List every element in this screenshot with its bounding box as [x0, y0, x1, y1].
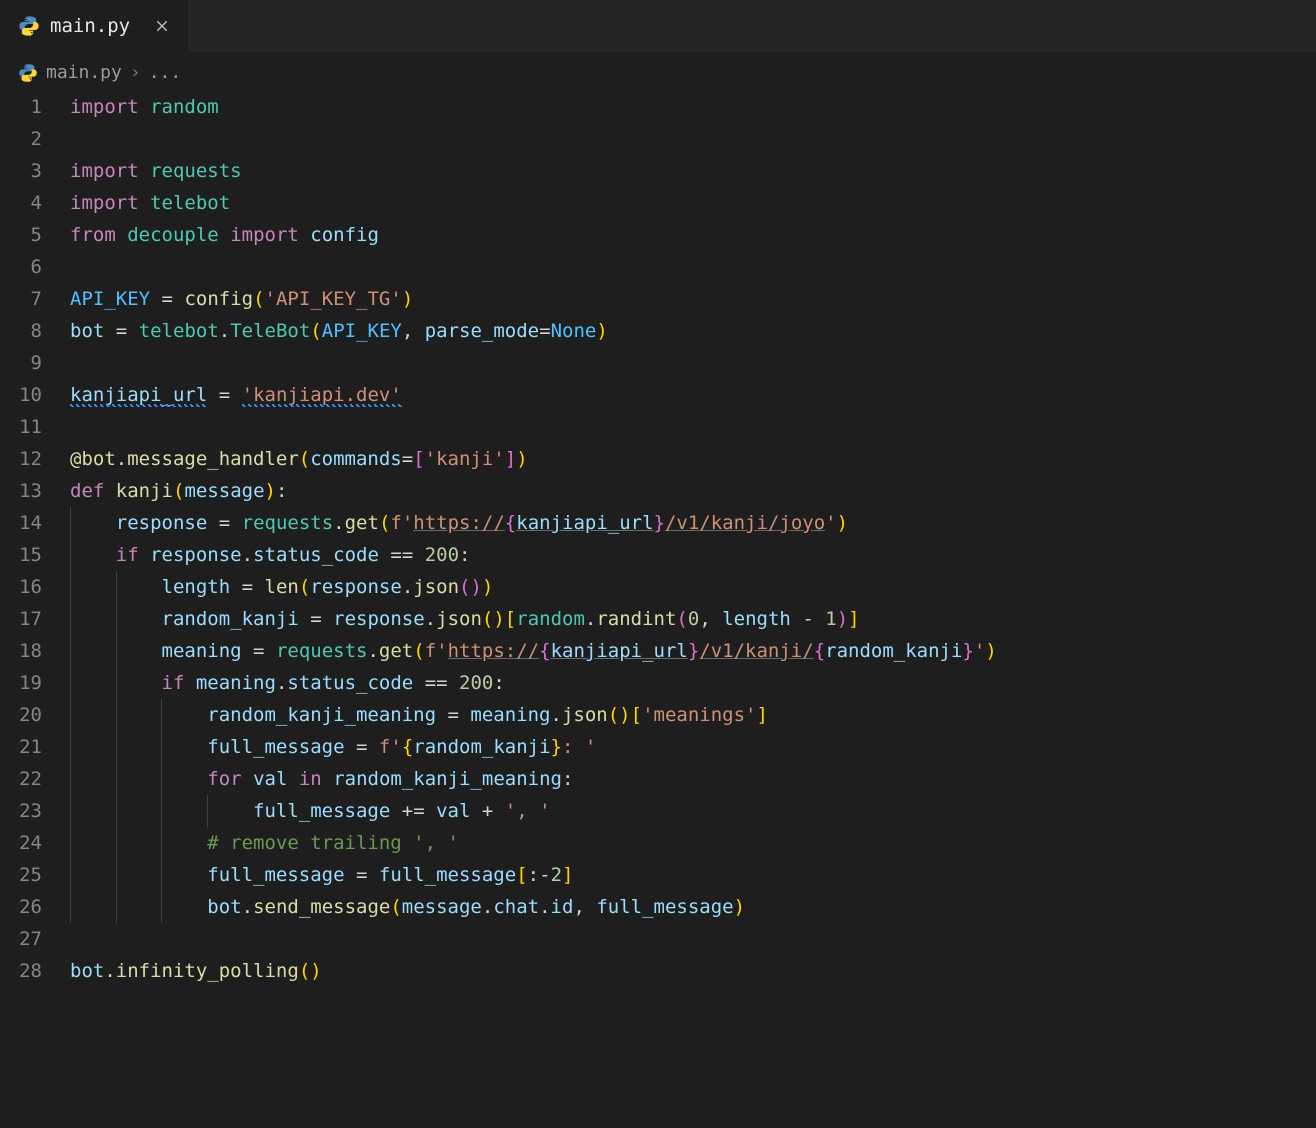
line-number: 6 [0, 251, 42, 283]
breadcrumb[interactable]: main.py › ... [0, 52, 1316, 89]
code-line[interactable]: for val in random_kanji_meaning: [70, 763, 1316, 795]
line-number: 26 [0, 891, 42, 923]
line-number: 19 [0, 667, 42, 699]
code-line[interactable]: response = requests.get(f'https://{kanji… [70, 507, 1316, 539]
line-number: 27 [0, 923, 42, 955]
code-line[interactable]: bot.send_message(message.chat.id, full_m… [70, 891, 1316, 923]
line-number: 11 [0, 411, 42, 443]
code-line[interactable]: if meaning.status_code == 200: [70, 667, 1316, 699]
line-number: 3 [0, 155, 42, 187]
code-line[interactable]: import random [70, 91, 1316, 123]
code-editor[interactable]: 1234567891011121314151617181920212223242… [0, 89, 1316, 987]
code-line[interactable]: kanjiapi_url = 'kanjiapi.dev' [70, 379, 1316, 411]
code-line[interactable] [70, 411, 1316, 443]
code-line[interactable]: if response.status_code == 200: [70, 539, 1316, 571]
tab-bar: main.py [0, 0, 1316, 52]
close-icon[interactable] [150, 14, 174, 38]
code-line[interactable]: def kanji(message): [70, 475, 1316, 507]
line-number: 15 [0, 539, 42, 571]
code-line[interactable] [70, 347, 1316, 379]
code-line[interactable]: random_kanji = response.json()[random.ra… [70, 603, 1316, 635]
code-line[interactable] [70, 123, 1316, 155]
line-number: 16 [0, 571, 42, 603]
python-file-icon [18, 63, 38, 83]
code-line[interactable]: from decouple import config [70, 219, 1316, 251]
line-number: 14 [0, 507, 42, 539]
code-line[interactable]: full_message = f'{random_kanji}: ' [70, 731, 1316, 763]
line-number: 28 [0, 955, 42, 987]
code-line[interactable]: full_message += val + ', ' [70, 795, 1316, 827]
line-number: 9 [0, 347, 42, 379]
line-number: 24 [0, 827, 42, 859]
code-line[interactable] [70, 251, 1316, 283]
code-content[interactable]: import random import requestsimport teleb… [70, 91, 1316, 987]
line-number: 21 [0, 731, 42, 763]
line-number: 1 [0, 91, 42, 123]
line-number: 22 [0, 763, 42, 795]
tab-label: main.py [50, 15, 130, 37]
breadcrumb-filename: main.py [46, 62, 122, 83]
line-number: 4 [0, 187, 42, 219]
line-number: 20 [0, 699, 42, 731]
tab-main-py[interactable]: main.py [0, 0, 189, 52]
line-number: 13 [0, 475, 42, 507]
line-number: 18 [0, 635, 42, 667]
code-line[interactable]: import requests [70, 155, 1316, 187]
code-line[interactable]: bot.infinity_polling() [70, 955, 1316, 987]
line-number: 5 [0, 219, 42, 251]
code-line[interactable]: full_message = full_message[:-2] [70, 859, 1316, 891]
code-line[interactable]: import telebot [70, 187, 1316, 219]
line-number-gutter: 1234567891011121314151617181920212223242… [0, 91, 70, 987]
line-number: 23 [0, 795, 42, 827]
code-line[interactable]: API_KEY = config('API_KEY_TG') [70, 283, 1316, 315]
code-line[interactable]: random_kanji_meaning = meaning.json()['m… [70, 699, 1316, 731]
line-number: 7 [0, 283, 42, 315]
breadcrumb-more: ... [149, 62, 182, 83]
code-line[interactable]: @bot.message_handler(commands=['kanji']) [70, 443, 1316, 475]
chevron-right-icon: › [130, 62, 141, 83]
code-line[interactable]: bot = telebot.TeleBot(API_KEY, parse_mod… [70, 315, 1316, 347]
line-number: 2 [0, 123, 42, 155]
line-number: 25 [0, 859, 42, 891]
line-number: 10 [0, 379, 42, 411]
line-number: 17 [0, 603, 42, 635]
code-line[interactable]: length = len(response.json()) [70, 571, 1316, 603]
line-number: 12 [0, 443, 42, 475]
code-line[interactable] [70, 923, 1316, 955]
code-line[interactable]: # remove trailing ', ' [70, 827, 1316, 859]
python-file-icon [18, 15, 40, 37]
code-line[interactable]: meaning = requests.get(f'https://{kanjia… [70, 635, 1316, 667]
line-number: 8 [0, 315, 42, 347]
